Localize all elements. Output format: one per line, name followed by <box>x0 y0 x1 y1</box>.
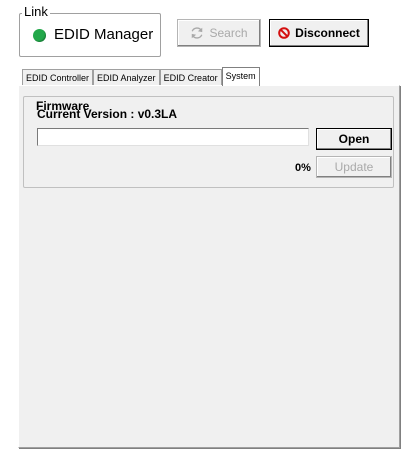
open-button-label: Open <box>338 132 370 146</box>
device-name: EDID Manager <box>54 26 154 43</box>
search-button[interactable]: Search <box>177 19 261 47</box>
tab-edid-controller[interactable]: EDID Controller <box>22 69 94 86</box>
link-legend: Link <box>22 4 50 19</box>
tab-edid-creator[interactable]: EDID Creator <box>159 69 222 86</box>
update-button-label: Update <box>334 160 374 174</box>
connection-status-icon <box>33 29 46 42</box>
disconnect-button-label: Disconnect <box>295 26 360 40</box>
no-entry-icon <box>278 27 290 39</box>
update-progress-text: 0% <box>295 162 311 174</box>
update-button[interactable]: Update <box>316 156 392 178</box>
tab-system[interactable]: System <box>221 67 260 86</box>
firmware-file-input[interactable] <box>37 128 309 146</box>
disconnect-button[interactable]: Disconnect <box>269 19 369 47</box>
tab-strip: EDID Controller EDID Analyzer EDID Creat… <box>22 67 260 86</box>
open-button[interactable]: Open <box>316 128 392 150</box>
search-button-label: Search <box>209 26 248 40</box>
tab-edid-analyzer[interactable]: EDID Analyzer <box>93 69 160 86</box>
current-version-label: Current Version : v0.3LA <box>37 107 178 121</box>
system-panel: Firmware Current Version : v0.3LA Open 0… <box>18 85 400 448</box>
refresh-icon <box>192 27 203 39</box>
